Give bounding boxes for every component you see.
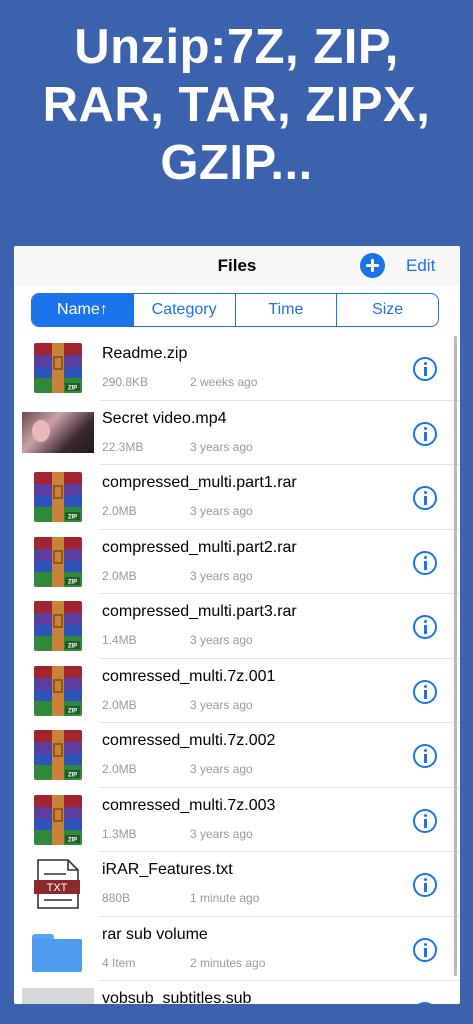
file-name: iRAR_Features.txt xyxy=(102,861,233,878)
headline-line-1: Unzip:7Z, ZIP, xyxy=(74,20,399,74)
file-size: 880B xyxy=(102,891,131,905)
zip-archive-icon: ZIP xyxy=(32,665,84,716)
promo-headline: Unzip:7Z, ZIP, RAR, TAR, ZIPX, GZIP... xyxy=(0,18,473,192)
info-icon[interactable] xyxy=(413,744,437,768)
info-icon[interactable] xyxy=(413,679,437,704)
video-thumbnail xyxy=(22,411,94,453)
file-name: vobsub_subtitles.sub xyxy=(102,990,252,1004)
zip-archive-icon: ZIP xyxy=(32,730,84,780)
file-name: rar sub volume xyxy=(102,925,208,943)
zip-archive-icon: ZIP xyxy=(32,794,84,845)
files-screen: Files Edit Name↑ Category Time Size ZIP R… xyxy=(14,246,460,1004)
zip-archive-icon: ZIP xyxy=(32,343,84,393)
file-date: 2 weeks ago xyxy=(190,375,258,389)
file-name: comressed_multi.7z.002 xyxy=(102,732,276,749)
zip-archive-icon: ZIP xyxy=(32,472,84,522)
file-date: 2 minutes ago xyxy=(190,955,266,970)
generic-file-icon xyxy=(22,988,94,1004)
list-item[interactable]: Secret video.mp4 22.3MB 3 years ago xyxy=(14,401,460,465)
list-item[interactable]: ZIP compressed_multi.part1.rar 2.0MB 3 year… xyxy=(14,465,460,530)
file-date: 3 years ago xyxy=(190,633,253,647)
zip-archive-icon: ZIP xyxy=(32,601,84,651)
file-size: 1.3MB xyxy=(102,826,137,841)
add-button-plus-circle-icon[interactable] xyxy=(360,253,385,278)
list-item[interactable]: TXT iRAR_Features.txt 880B 1 minute ago xyxy=(14,852,460,917)
file-name: comressed_multi.7z.001 xyxy=(102,667,276,685)
navigation-bar: Files Edit xyxy=(14,246,460,286)
file-name: compressed_multi.part1.rar xyxy=(102,474,297,491)
svg-text:ZIP: ZIP xyxy=(68,579,77,585)
svg-text:ZIP: ZIP xyxy=(68,386,77,392)
info-icon[interactable] xyxy=(413,808,437,833)
file-name: comressed_multi.7z.003 xyxy=(102,796,276,814)
svg-text:TXT: TXT xyxy=(47,882,68,894)
headline-line-2: RAR, TAR, ZIPX, xyxy=(42,78,431,132)
sort-tab-time[interactable]: Time xyxy=(234,294,337,326)
info-icon[interactable] xyxy=(413,937,437,962)
file-date: 3 years ago xyxy=(190,762,253,776)
file-date: 3 years ago xyxy=(190,504,253,518)
folder-icon xyxy=(32,933,82,972)
svg-text:ZIP: ZIP xyxy=(68,708,77,714)
info-icon[interactable] xyxy=(413,873,437,897)
txt-file-icon: TXT xyxy=(32,859,84,909)
file-size: 290.8KB xyxy=(102,375,149,389)
svg-text:ZIP: ZIP xyxy=(68,515,77,521)
file-list: ZIP Readme.zip 290.8KB 2 weeks ago Secret vi… xyxy=(14,336,460,1004)
zip-archive-icon: ZIP xyxy=(32,536,84,587)
file-size: 2.0MB xyxy=(102,762,137,776)
sort-tab-name[interactable]: Name↑ xyxy=(32,294,133,326)
info-icon[interactable] xyxy=(413,421,437,446)
file-name: compressed_multi.part3.rar xyxy=(102,603,297,620)
file-size: 4 Item xyxy=(102,955,136,970)
file-size: 2.0MB xyxy=(102,697,137,712)
sort-segmented-control: Name↑ Category Time Size xyxy=(31,293,439,327)
info-icon[interactable] xyxy=(413,615,437,639)
info-icon[interactable] xyxy=(413,550,437,575)
list-item[interactable]: ZIP comressed_multi.7z.002 2.0MB 3 years ag… xyxy=(14,723,460,788)
list-item[interactable]: ZIP Readme.zip 290.8KB 2 weeks ago xyxy=(14,336,460,401)
sort-tab-category[interactable]: Category xyxy=(132,294,235,326)
file-name: compressed_multi.part2.rar xyxy=(102,538,297,556)
list-item[interactable]: ZIP comressed_multi.7z.001 2.0MB 3 years ag… xyxy=(14,659,460,723)
file-name: Readme.zip xyxy=(102,345,188,362)
sort-tab-size[interactable]: Size xyxy=(336,294,438,326)
headline-line-3: GZIP... xyxy=(160,136,313,190)
file-date: 1 minute ago xyxy=(190,891,260,905)
info-icon[interactable] xyxy=(413,486,437,510)
list-item[interactable]: rar sub volume 4 Item 2 minutes ago xyxy=(14,917,460,981)
svg-text:ZIP: ZIP xyxy=(68,773,77,779)
svg-text:ZIP: ZIP xyxy=(68,644,77,650)
file-name: Secret video.mp4 xyxy=(102,409,227,427)
scrollbar[interactable] xyxy=(454,336,457,976)
file-date: 3 years ago xyxy=(190,439,253,454)
file-size: 2.0MB xyxy=(102,568,137,583)
file-size: 2.0MB xyxy=(102,504,137,518)
file-size: 22.3MB xyxy=(102,439,144,454)
file-date: 3 years ago xyxy=(190,826,253,841)
file-date: 3 years ago xyxy=(190,568,253,583)
edit-button[interactable]: Edit xyxy=(406,256,435,276)
list-item[interactable]: ZIP compressed_multi.part3.rar 1.4MB 3 year… xyxy=(14,594,460,659)
list-item[interactable]: vobsub_subtitles.sub xyxy=(14,981,460,1004)
info-icon[interactable] xyxy=(413,1002,437,1004)
info-icon[interactable] xyxy=(413,357,437,381)
page-title: Files xyxy=(217,256,257,275)
list-item[interactable]: ZIP comressed_multi.7z.003 1.3MB 3 years ag… xyxy=(14,788,460,852)
svg-text:ZIP: ZIP xyxy=(68,837,77,843)
file-date: 3 years ago xyxy=(190,697,253,712)
list-item[interactable]: ZIP compressed_multi.part2.rar 2.0MB 3 year… xyxy=(14,530,460,594)
file-size: 1.4MB xyxy=(102,633,137,647)
